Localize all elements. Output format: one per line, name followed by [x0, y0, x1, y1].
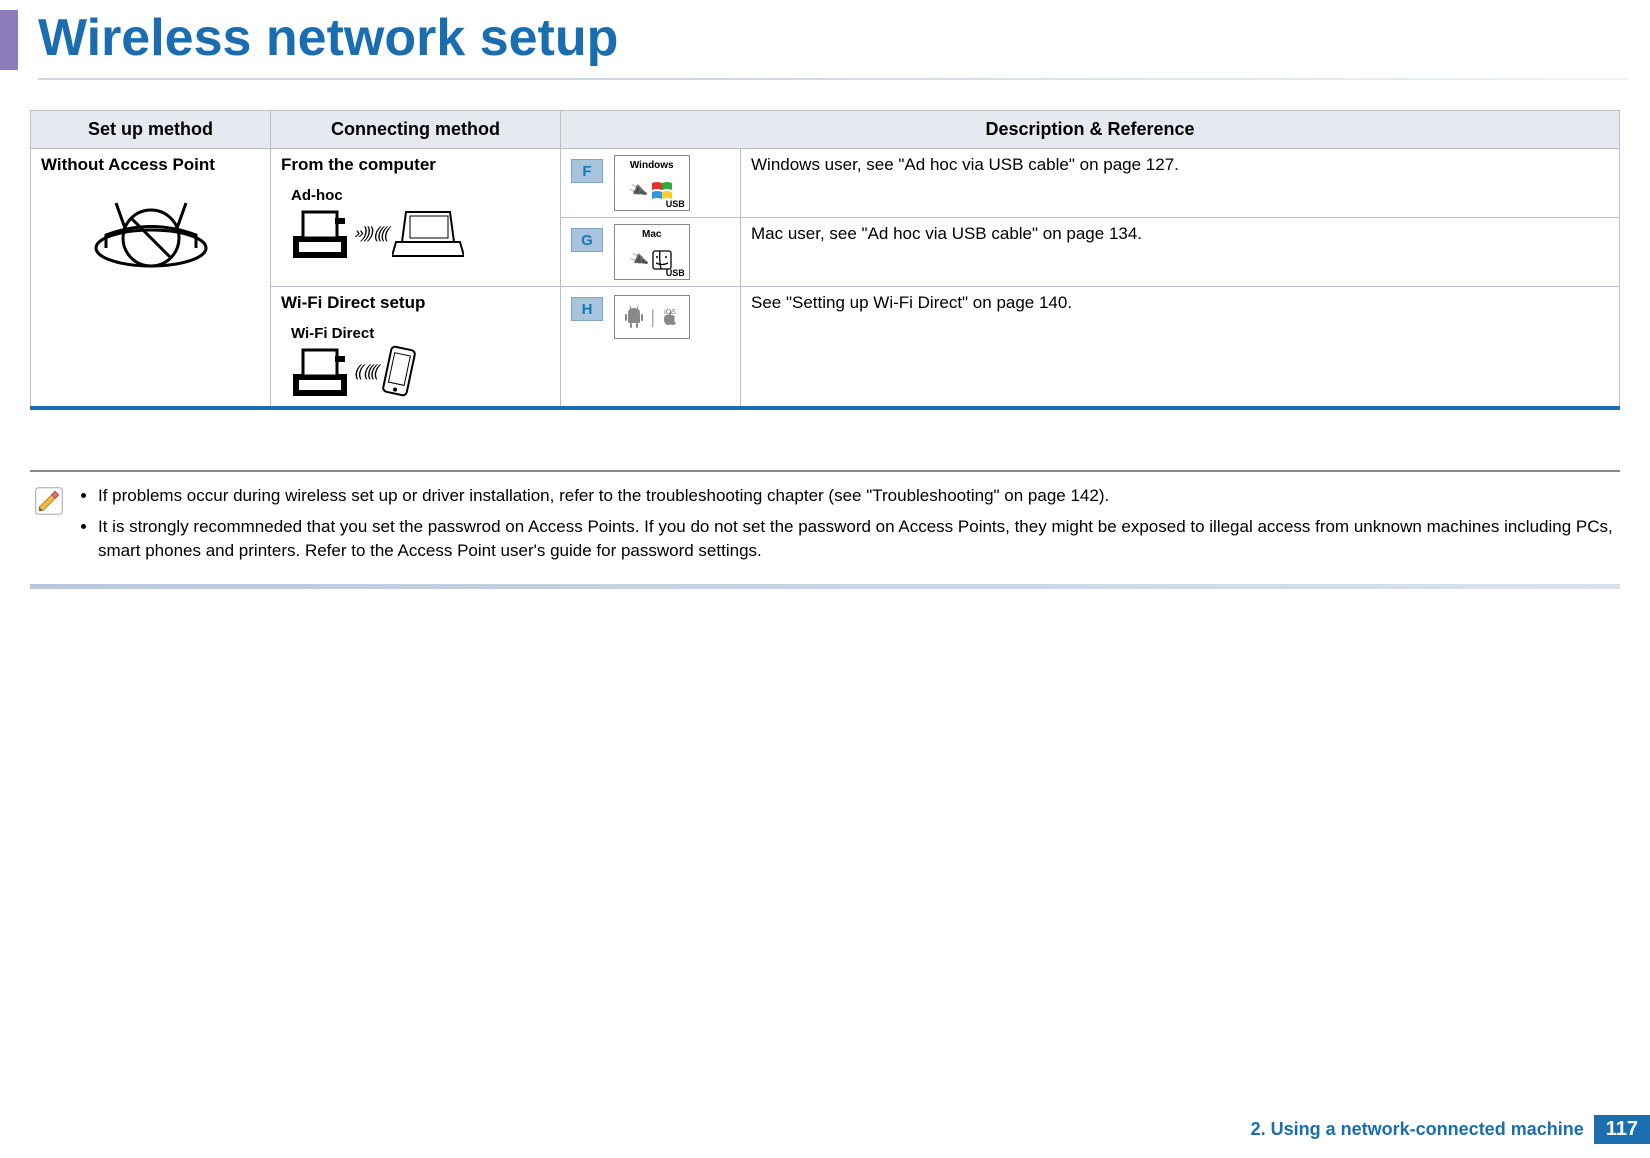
footer-chapter: 2. Using a network-connected machine	[1251, 1119, 1594, 1140]
wifi-direct-diagram: Wi-Fi Direct (( ((((	[281, 325, 550, 400]
separator: |	[650, 307, 655, 328]
note-icon-wrap	[34, 484, 78, 570]
page-header: Wireless network setup	[0, 0, 1650, 70]
note-bottom-accent	[30, 584, 1620, 589]
footer-page-number: 117	[1594, 1115, 1650, 1144]
wifi-direct-label: Wi-Fi Direct	[291, 325, 550, 342]
accent-bar	[0, 10, 18, 70]
cell-connecting-from-computer: From the computer Ad-hoc »))) ((((	[271, 149, 561, 287]
note-item: It is strongly recommneded that you set …	[98, 515, 1620, 564]
printer-icon	[289, 206, 351, 262]
smartphone-icon	[381, 344, 417, 400]
wireless-waves-icon: (( ((((	[353, 363, 380, 381]
cell-desc-f: Windows user, see "Ad hoc via USB cable"…	[741, 149, 1620, 218]
page-footer: 2. Using a network-connected machine 117	[1251, 1115, 1650, 1144]
cell-tag-h: H | iOS	[561, 287, 741, 407]
cell-desc-h: See "Setting up Wi-Fi Direct" on page 14…	[741, 287, 1620, 407]
printer-icon	[289, 344, 351, 400]
mac-usb-icon: Mac 🔌 USB	[614, 224, 690, 280]
desc-f-text: Windows user, see "Ad hoc via USB cable"…	[751, 155, 1179, 174]
table-row: Without Access Point From the computer A…	[31, 149, 1620, 218]
cell-tag-f: F Windows 🔌 USB	[561, 149, 741, 218]
android-icon	[624, 305, 644, 329]
th-connecting-method: Connecting method	[271, 111, 561, 149]
laptop-icon	[392, 208, 464, 260]
wireless-waves-icon: »))) ((((	[353, 225, 390, 243]
cell-setup-method: Without Access Point	[31, 149, 271, 407]
apple-ios-icon: iOS	[661, 306, 679, 328]
table-header-row: Set up method Connecting method Descript…	[31, 111, 1620, 149]
content-area: Set up method Connecting method Descript…	[0, 80, 1650, 410]
note-item: If problems occur during wireless set up…	[98, 484, 1620, 509]
cell-connecting-wifi-direct: Wi-Fi Direct setup Wi-Fi Direct (( ((((	[271, 287, 561, 407]
note-pencil-icon	[34, 486, 64, 516]
desc-h-text: See "Setting up Wi-Fi Direct" on page 14…	[751, 293, 1072, 312]
router-crossed-icon	[86, 193, 216, 273]
setup-method-label: Without Access Point	[41, 155, 260, 175]
no-access-point-icon	[41, 193, 260, 273]
tag-g: G	[571, 228, 603, 252]
table-bottom-accent	[30, 406, 1620, 410]
windows-usb-icon: Windows 🔌 USB	[614, 155, 690, 211]
tag-h: H	[571, 297, 603, 321]
th-setup-method: Set up method	[31, 111, 271, 149]
adhoc-diagram: Ad-hoc »))) ((((	[281, 187, 550, 262]
from-computer-label: From the computer	[281, 155, 550, 175]
android-ios-icon: | iOS	[614, 295, 690, 339]
note-list: If problems occur during wireless set up…	[78, 484, 1620, 570]
note-box: If problems occur during wireless set up…	[30, 470, 1620, 589]
setup-table: Set up method Connecting method Descript…	[30, 110, 1620, 407]
adhoc-label: Ad-hoc	[291, 187, 550, 204]
wifi-direct-setup-label: Wi-Fi Direct setup	[281, 293, 550, 313]
tag-f: F	[571, 159, 603, 183]
th-description: Description & Reference	[561, 111, 1620, 149]
page-title: Wireless network setup	[38, 8, 1650, 68]
cell-desc-g: Mac user, see "Ad hoc via USB cable" on …	[741, 218, 1620, 287]
cell-tag-g: G Mac 🔌 USB	[561, 218, 741, 287]
desc-g-text: Mac user, see "Ad hoc via USB cable" on …	[751, 224, 1142, 243]
